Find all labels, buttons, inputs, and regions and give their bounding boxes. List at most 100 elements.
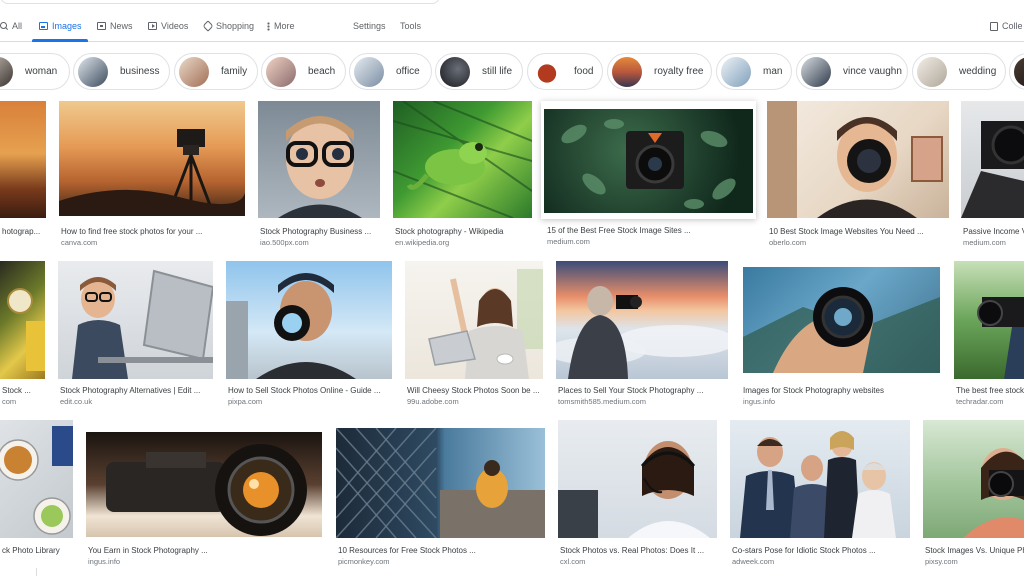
chip-wedding[interactable]: wedding bbox=[912, 53, 1006, 90]
result-tile[interactable]: Stock Images Vs. Unique Ph pixsy.com bbox=[923, 420, 1024, 570]
chip-office[interactable]: office bbox=[349, 53, 432, 90]
result-tile[interactable]: The best free stock techradar.com bbox=[954, 261, 1024, 408]
result-title[interactable]: Stock Photography Business ... bbox=[260, 227, 382, 236]
result-tile[interactable]: Stock Photos vs. Real Photos: Does It ..… bbox=[558, 420, 717, 570]
result-title[interactable]: Stock Photos vs. Real Photos: Does It ..… bbox=[560, 546, 719, 555]
result-thumbnail[interactable] bbox=[0, 261, 45, 379]
chip-beach[interactable]: beach bbox=[261, 53, 346, 90]
tools-link[interactable]: Tools bbox=[400, 21, 421, 31]
result-title[interactable]: hotograp... bbox=[2, 227, 48, 236]
result-tile[interactable]: 10 Resources for Free Stock Photos ... p… bbox=[336, 420, 545, 570]
result-thumbnail[interactable] bbox=[954, 261, 1024, 379]
result-title[interactable]: How to Sell Stock Photos Online - Guide … bbox=[228, 386, 394, 395]
result-source[interactable]: cxl.com bbox=[560, 557, 719, 566]
result-thumbnail[interactable] bbox=[86, 432, 322, 537]
result-thumbnail[interactable] bbox=[258, 101, 380, 218]
result-tile[interactable]: Images for Stock Photography websites in… bbox=[741, 261, 942, 408]
result-source[interactable]: edit.co.uk bbox=[60, 397, 215, 406]
result-tile[interactable]: 10 Best Stock Image Websites You Need ..… bbox=[767, 101, 949, 249]
result-tile[interactable]: Stock Photography Alternatives | Edit ..… bbox=[58, 261, 213, 408]
result-tile[interactable]: How to find free stock photos for your .… bbox=[59, 101, 245, 249]
result-title[interactable]: 15 of the Best Free Stock Image Sites ..… bbox=[547, 226, 752, 235]
result-source[interactable]: ingus.info bbox=[88, 557, 324, 566]
result-source[interactable]: pixpa.com bbox=[228, 397, 394, 406]
result-source[interactable]: ingus.info bbox=[743, 397, 944, 406]
result-title[interactable]: Places to Sell Your Stock Photography ..… bbox=[558, 386, 730, 395]
search-box-edge[interactable] bbox=[0, 0, 440, 4]
chip-more[interactable] bbox=[1009, 53, 1024, 90]
chip-royalty-free[interactable]: royalty free bbox=[607, 53, 712, 90]
result-title[interactable]: Images for Stock Photography websites bbox=[743, 386, 944, 395]
result-thumbnail[interactable] bbox=[336, 428, 545, 538]
result-thumbnail[interactable] bbox=[544, 109, 753, 213]
result-thumbnail[interactable] bbox=[558, 420, 717, 538]
result-thumbnail[interactable] bbox=[923, 420, 1024, 538]
settings-link[interactable]: Settings bbox=[353, 21, 386, 31]
result-tile[interactable]: Will Cheesy Stock Photos Soon be ... 99u… bbox=[405, 261, 543, 408]
result-tile[interactable]: ck Photo Library bbox=[0, 420, 73, 570]
result-thumbnail[interactable] bbox=[393, 101, 532, 218]
chip-business[interactable]: business bbox=[73, 53, 170, 90]
collections-link[interactable]: Colle bbox=[990, 21, 1023, 31]
result-thumbnail[interactable] bbox=[59, 101, 245, 216]
result-thumbnail[interactable] bbox=[743, 267, 940, 373]
result-tile[interactable]: Co-stars Pose for Idiotic Stock Photos .… bbox=[730, 420, 910, 570]
result-title[interactable]: The best free stock bbox=[956, 386, 1024, 395]
result-title[interactable]: Stock Photography Alternatives | Edit ..… bbox=[60, 386, 215, 395]
result-title[interactable]: Passive Income V bbox=[963, 227, 1024, 236]
result-tile[interactable]: Passive Income V medium.com bbox=[961, 101, 1024, 249]
tab-shopping[interactable]: Shopping bbox=[202, 20, 254, 32]
tab-all[interactable]: All bbox=[0, 21, 22, 31]
result-title[interactable]: Stock Images Vs. Unique Ph bbox=[925, 546, 1024, 555]
result-source[interactable]: techradar.com bbox=[956, 397, 1024, 406]
result-source[interactable]: 99u.adobe.com bbox=[407, 397, 545, 406]
result-source[interactable]: pixsy.com bbox=[925, 557, 1024, 566]
result-thumbnail[interactable] bbox=[730, 420, 910, 538]
result-thumbnail[interactable] bbox=[961, 101, 1024, 218]
result-title[interactable]: Will Cheesy Stock Photos Soon be ... bbox=[407, 386, 545, 395]
result-title[interactable]: Co-stars Pose for Idiotic Stock Photos .… bbox=[732, 546, 912, 555]
result-source[interactable]: canva.com bbox=[61, 238, 247, 247]
tab-images[interactable]: Images bbox=[39, 21, 82, 31]
tab-more[interactable]: More bbox=[267, 21, 295, 31]
chip-still-life[interactable]: still life bbox=[435, 53, 523, 90]
result-source[interactable]: adweek.com bbox=[732, 557, 912, 566]
result-thumbnail[interactable] bbox=[767, 101, 949, 218]
result-source[interactable]: medium.com bbox=[547, 237, 752, 246]
result-tile[interactable]: Stock Photography Business ... iao.500px… bbox=[258, 101, 380, 249]
result-source[interactable]: iao.500px.com bbox=[260, 238, 382, 247]
result-source[interactable]: medium.com bbox=[963, 238, 1024, 247]
result-title[interactable]: 10 Resources for Free Stock Photos ... bbox=[338, 546, 547, 555]
result-thumbnail[interactable] bbox=[58, 261, 213, 379]
chip-family[interactable]: family bbox=[174, 53, 258, 90]
result-title[interactable]: Stock ... bbox=[2, 386, 47, 395]
result-tile[interactable]: You Earn in Stock Photography ... ingus.… bbox=[86, 420, 322, 570]
result-title[interactable]: You Earn in Stock Photography ... bbox=[88, 546, 324, 555]
result-title[interactable]: ck Photo Library bbox=[2, 546, 75, 555]
chip-food[interactable]: food bbox=[527, 53, 603, 90]
result-source[interactable]: en.wikipedia.org bbox=[395, 238, 534, 247]
result-thumbnail[interactable] bbox=[405, 261, 543, 379]
result-tile-selected[interactable] bbox=[541, 101, 756, 219]
result-source[interactable]: picmonkey.com bbox=[338, 557, 547, 566]
chip-woman[interactable]: woman bbox=[0, 53, 70, 90]
result-source[interactable]: tomsmith585.medium.com bbox=[558, 397, 730, 406]
chip-man[interactable]: man bbox=[716, 53, 792, 90]
result-tile[interactable]: Places to Sell Your Stock Photography ..… bbox=[556, 261, 728, 408]
chip-vince-vaughn[interactable]: vince vaughn bbox=[796, 53, 908, 90]
result-title[interactable]: Stock photography - Wikipedia bbox=[395, 227, 534, 236]
result-title[interactable]: 10 Best Stock Image Websites You Need ..… bbox=[769, 227, 951, 236]
result-source[interactable]: oberlo.com bbox=[769, 238, 951, 247]
result-tile[interactable]: hotograp... bbox=[0, 101, 46, 249]
result-thumbnail[interactable] bbox=[0, 101, 46, 218]
result-tile[interactable]: Stock ... com bbox=[0, 261, 45, 408]
result-thumbnail[interactable] bbox=[226, 261, 392, 379]
result-tile[interactable]: Stock photography - Wikipedia en.wikiped… bbox=[393, 101, 532, 249]
result-title[interactable]: How to find free stock photos for your .… bbox=[61, 227, 247, 236]
tab-news[interactable]: News bbox=[97, 21, 133, 31]
tab-videos[interactable]: Videos bbox=[148, 21, 188, 31]
result-thumbnail[interactable] bbox=[556, 261, 728, 379]
result-source[interactable]: com bbox=[2, 397, 47, 406]
result-tile[interactable]: How to Sell Stock Photos Online - Guide … bbox=[226, 261, 392, 408]
result-thumbnail[interactable] bbox=[0, 420, 73, 538]
